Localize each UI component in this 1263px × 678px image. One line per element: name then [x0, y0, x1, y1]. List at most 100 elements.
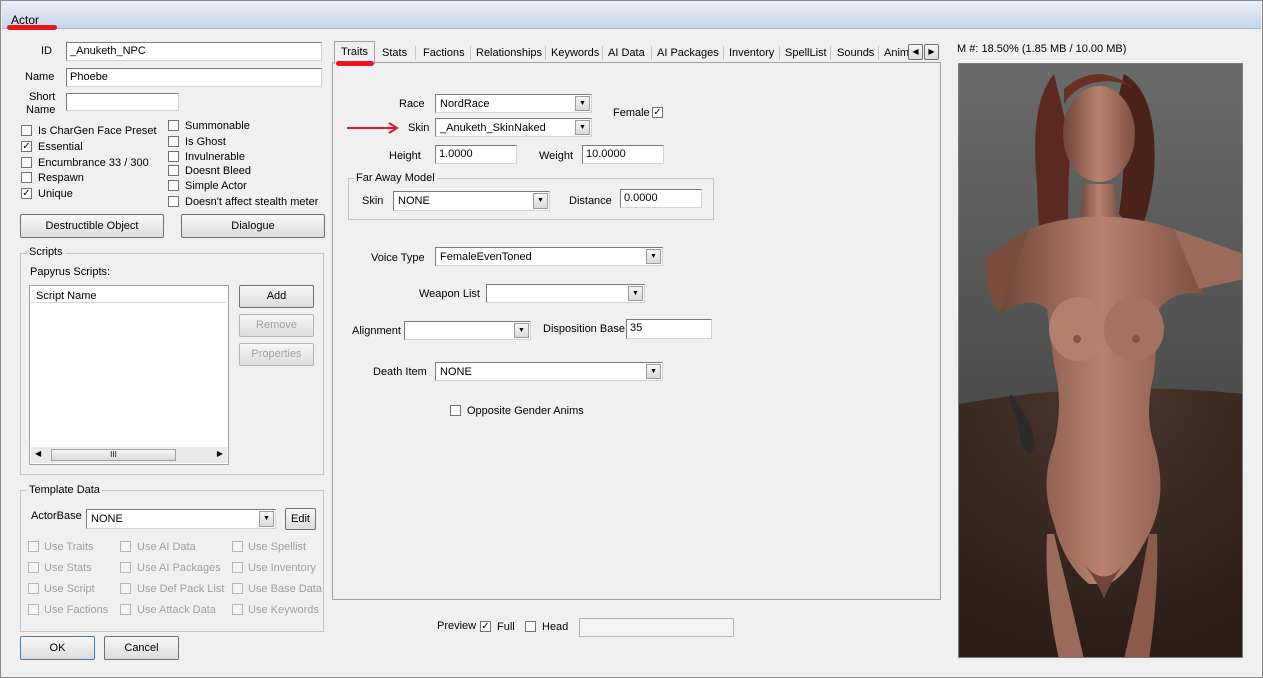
encumbrance-label: Encumbrance 33 / 300	[38, 157, 149, 169]
tab-ai-data[interactable]: AI Data	[608, 43, 645, 63]
death-item-label: Death Item	[373, 366, 427, 378]
cancel-button[interactable]: Cancel	[104, 636, 179, 660]
summonable-checkbox[interactable]	[168, 120, 179, 131]
use-ai-packages-checkbox[interactable]	[120, 562, 131, 573]
voice-type-dropdown[interactable]: FemaleEvenToned ▼	[435, 247, 663, 266]
destructible-object-button[interactable]: Destructible Object	[20, 214, 164, 238]
simple-actor-label: Simple Actor	[185, 180, 247, 192]
use-keywords-checkbox[interactable]	[232, 604, 243, 615]
actorbase-dropdown[interactable]: NONE ▼	[86, 509, 276, 529]
preview-extra-field[interactable]	[579, 618, 734, 637]
use-def-pack-list-checkbox[interactable]	[120, 583, 131, 594]
chevron-down-icon[interactable]: ▼	[259, 511, 274, 527]
use-attack-data-checkbox[interactable]	[120, 604, 131, 615]
use-factions-checkbox[interactable]	[28, 604, 39, 615]
voice-type-value: FemaleEvenToned	[440, 251, 532, 263]
id-field[interactable]: _Anuketh_NPC	[66, 42, 322, 61]
memory-usage-readout: M #: 18.50% (1.85 MB / 10.00 MB)	[957, 43, 1127, 55]
use-traits-checkbox[interactable]	[28, 541, 39, 552]
distance-field[interactable]: 0.0000	[620, 189, 702, 208]
chevron-down-icon[interactable]: ▼	[575, 96, 590, 111]
tab-relationships[interactable]: Relationships	[476, 43, 542, 63]
weight-field[interactable]: 10.0000	[582, 145, 664, 164]
id-label: ID	[41, 45, 52, 57]
name-field[interactable]: Phoebe	[66, 68, 322, 87]
height-label: Height	[389, 150, 421, 162]
ok-button[interactable]: OK	[20, 636, 95, 660]
race-value: NordRace	[440, 98, 490, 110]
encumbrance-checkbox[interactable]	[21, 157, 32, 168]
stealth-meter-checkbox[interactable]	[168, 196, 179, 207]
preview-label: Preview	[437, 620, 477, 632]
alignment-dropdown[interactable]: ▼	[404, 321, 531, 340]
tab-keywords[interactable]: Keywords	[551, 43, 599, 63]
chevron-down-icon[interactable]: ▼	[575, 120, 590, 135]
short-name-field[interactable]	[66, 93, 179, 111]
tab-ai-packages[interactable]: AI Packages	[657, 43, 719, 63]
dialogue-button[interactable]: Dialogue	[181, 214, 325, 238]
preview-head-checkbox[interactable]	[525, 621, 536, 632]
unique-checkbox[interactable]: ✓	[21, 188, 32, 199]
script-name-header[interactable]: Script Name	[31, 287, 227, 303]
preview-full-checkbox[interactable]: ✓	[480, 621, 491, 632]
far-skin-value: NONE	[398, 195, 430, 207]
tab-scroll-left-button[interactable]: ◀	[908, 44, 923, 60]
scroll-left-icon[interactable]: ◀	[35, 449, 41, 458]
simple-actor-checkbox[interactable]	[168, 180, 179, 191]
preview-full-label: Full	[497, 621, 515, 633]
add-script-button[interactable]: Add	[239, 285, 314, 308]
actor-preview-viewport[interactable]	[958, 63, 1243, 658]
height-field[interactable]: 1.0000	[435, 145, 517, 164]
disposition-base-field[interactable]: 35	[626, 319, 712, 339]
chevron-down-icon[interactable]: ▼	[514, 323, 529, 338]
use-ai-data-checkbox[interactable]	[120, 541, 131, 552]
opposite-gender-anims-checkbox[interactable]	[450, 405, 461, 416]
chargen-face-preset-checkbox[interactable]	[21, 125, 32, 136]
essential-checkbox[interactable]: ✓	[21, 141, 32, 152]
respawn-checkbox[interactable]	[21, 172, 32, 183]
skin-dropdown[interactable]: _Anuketh_SkinNaked ▼	[435, 118, 592, 137]
chevron-left-icon: ◀	[912, 47, 919, 56]
scroll-right-icon[interactable]: ▶	[217, 449, 223, 458]
tab-anim[interactable]: Anim	[884, 43, 908, 63]
script-properties-button[interactable]: Properties	[239, 343, 314, 366]
tab-separator	[651, 46, 652, 60]
chevron-down-icon[interactable]: ▼	[533, 193, 548, 209]
doesnt-bleed-checkbox[interactable]	[168, 165, 179, 176]
horizontal-scrollbar[interactable]: ◀ III ▶	[31, 447, 227, 463]
chevron-down-icon[interactable]: ▼	[628, 286, 643, 301]
actor-preview-image	[959, 64, 1242, 657]
use-spellist-checkbox[interactable]	[232, 541, 243, 552]
female-label: Female	[613, 107, 650, 119]
script-list[interactable]: Script Name ◀ III ▶	[29, 285, 229, 465]
tab-inventory[interactable]: Inventory	[729, 43, 774, 63]
use-base-data-checkbox[interactable]	[232, 583, 243, 594]
edit-actorbase-button[interactable]: Edit	[285, 508, 316, 530]
use-stats-checkbox[interactable]	[28, 562, 39, 573]
chevron-right-icon: ▶	[928, 47, 935, 56]
weapon-list-dropdown[interactable]: ▼	[486, 284, 645, 303]
far-skin-dropdown[interactable]: NONE ▼	[393, 191, 550, 211]
tab-spelllist[interactable]: SpellList	[785, 43, 827, 63]
remove-script-button[interactable]: Remove	[239, 314, 314, 337]
race-dropdown[interactable]: NordRace ▼	[435, 94, 592, 113]
tab-stats[interactable]: Stats	[382, 43, 407, 63]
actorbase-value: NONE	[91, 513, 123, 525]
disposition-base-label: Disposition Base	[543, 323, 625, 335]
tab-relationships-label: Relationships	[476, 47, 543, 59]
use-ai-data-label: Use AI Data	[137, 541, 196, 553]
tab-factions[interactable]: Factions	[423, 43, 465, 63]
use-inventory-checkbox[interactable]	[232, 562, 243, 573]
use-script-checkbox[interactable]	[28, 583, 39, 594]
tab-separator	[723, 46, 724, 60]
is-ghost-checkbox[interactable]	[168, 136, 179, 147]
invulnerable-checkbox[interactable]	[168, 151, 179, 162]
death-item-dropdown[interactable]: NONE ▼	[435, 362, 663, 381]
chevron-down-icon[interactable]: ▼	[646, 249, 661, 264]
tab-scroll-right-button[interactable]: ▶	[924, 44, 939, 60]
tab-sounds[interactable]: Sounds	[837, 43, 874, 63]
female-checkbox[interactable]: ✓	[652, 107, 663, 118]
use-ai-packages-label: Use AI Packages	[137, 562, 221, 574]
chevron-down-icon[interactable]: ▼	[646, 364, 661, 379]
scroll-thumb[interactable]: III	[51, 449, 176, 461]
